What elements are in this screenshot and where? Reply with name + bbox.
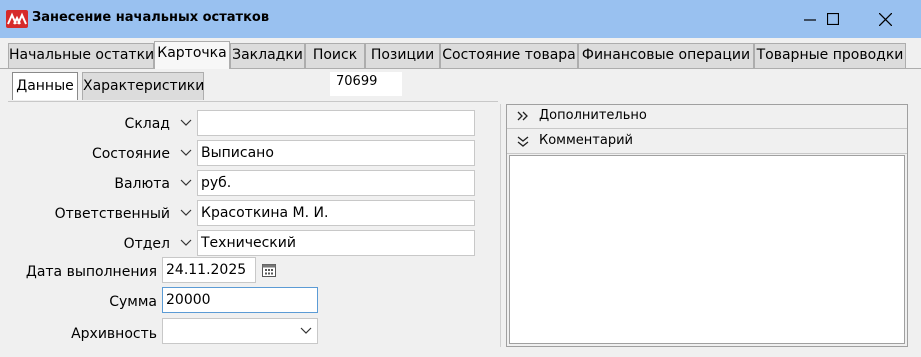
- warehouse-dropdown-button[interactable]: [176, 110, 196, 136]
- currency-label: Валюта: [114, 176, 170, 192]
- chevron-down-icon: [180, 149, 192, 156]
- state-dropdown-button[interactable]: [176, 140, 196, 166]
- additional-section-title: Дополнительно: [539, 108, 647, 123]
- chevron-down-icon: [300, 327, 312, 334]
- department-field[interactable]: Технический: [197, 230, 475, 256]
- comment-section-header[interactable]: Комментарий: [507, 130, 907, 154]
- tab-card[interactable]: Карточка: [154, 41, 230, 69]
- tab-financial-ops[interactable]: Финансовые операции: [578, 43, 754, 68]
- app-logo-icon: [6, 10, 28, 28]
- archive-label: Архивность: [71, 326, 157, 342]
- double-chevron-right-icon: [517, 111, 528, 121]
- maximize-icon: [827, 13, 839, 25]
- subtab-data[interactable]: Данные: [12, 72, 78, 100]
- subtab-characteristics[interactable]: Характеристики: [82, 72, 204, 100]
- responsible-field[interactable]: Красоткина М. И.: [197, 200, 475, 226]
- exec-date-field[interactable]: 24.11.2025: [162, 257, 256, 283]
- document-number: 70699: [330, 72, 402, 96]
- responsible-dropdown-button[interactable]: [176, 200, 196, 226]
- window-title: Занесение начальных остатков: [32, 10, 270, 25]
- tab-bookmarks[interactable]: Закладки: [230, 43, 305, 68]
- tab-initial-balances[interactable]: Начальные остатки: [8, 43, 154, 68]
- exec-date-label: Дата выполнения: [25, 264, 157, 280]
- responsible-label: Ответственный: [54, 206, 170, 222]
- warehouse-field[interactable]: [197, 110, 475, 136]
- chevron-down-icon: [180, 179, 192, 186]
- comment-section-title: Комментарий: [539, 133, 633, 148]
- double-chevron-down-icon: [517, 136, 529, 147]
- tab-positions[interactable]: Позиции: [365, 43, 440, 68]
- panel-splitter[interactable]: [500, 104, 501, 347]
- archive-dropdown-button[interactable]: [296, 318, 316, 344]
- maximize-button[interactable]: [810, 0, 856, 38]
- main-tabs: Начальные остатки Карточка Закладки Поис…: [0, 38, 921, 69]
- sum-field[interactable]: 20000: [162, 287, 318, 313]
- tab-goods-entries[interactable]: Товарные проводки: [754, 43, 906, 68]
- chevron-down-icon: [180, 119, 192, 126]
- chevron-down-icon: [180, 239, 192, 246]
- department-label: Отдел: [123, 236, 170, 252]
- calendar-icon: [262, 264, 276, 277]
- chevron-down-icon: [180, 209, 192, 216]
- comment-textarea[interactable]: [509, 155, 905, 344]
- subtabs-divider: [8, 101, 498, 102]
- department-dropdown-button[interactable]: [176, 230, 196, 256]
- title-bar: Занесение начальных остатков: [0, 0, 921, 38]
- tab-search[interactable]: Поиск: [305, 43, 365, 68]
- close-icon: [879, 13, 892, 26]
- tabs-divider: [0, 68, 921, 69]
- right-panel: Дополнительно Комментарий: [506, 104, 908, 347]
- tab-goods-state[interactable]: Состояние товара: [440, 43, 578, 68]
- state-field[interactable]: Выписано: [197, 140, 475, 166]
- sum-label: Сумма: [109, 294, 157, 310]
- currency-field[interactable]: руб.: [197, 170, 475, 196]
- close-button[interactable]: [862, 0, 908, 38]
- archive-select[interactable]: [162, 318, 318, 344]
- currency-dropdown-button[interactable]: [176, 170, 196, 196]
- warehouse-label: Склад: [124, 116, 170, 132]
- additional-section-header[interactable]: Дополнительно: [507, 105, 907, 129]
- state-label: Состояние: [91, 146, 170, 162]
- calendar-button[interactable]: [261, 262, 279, 280]
